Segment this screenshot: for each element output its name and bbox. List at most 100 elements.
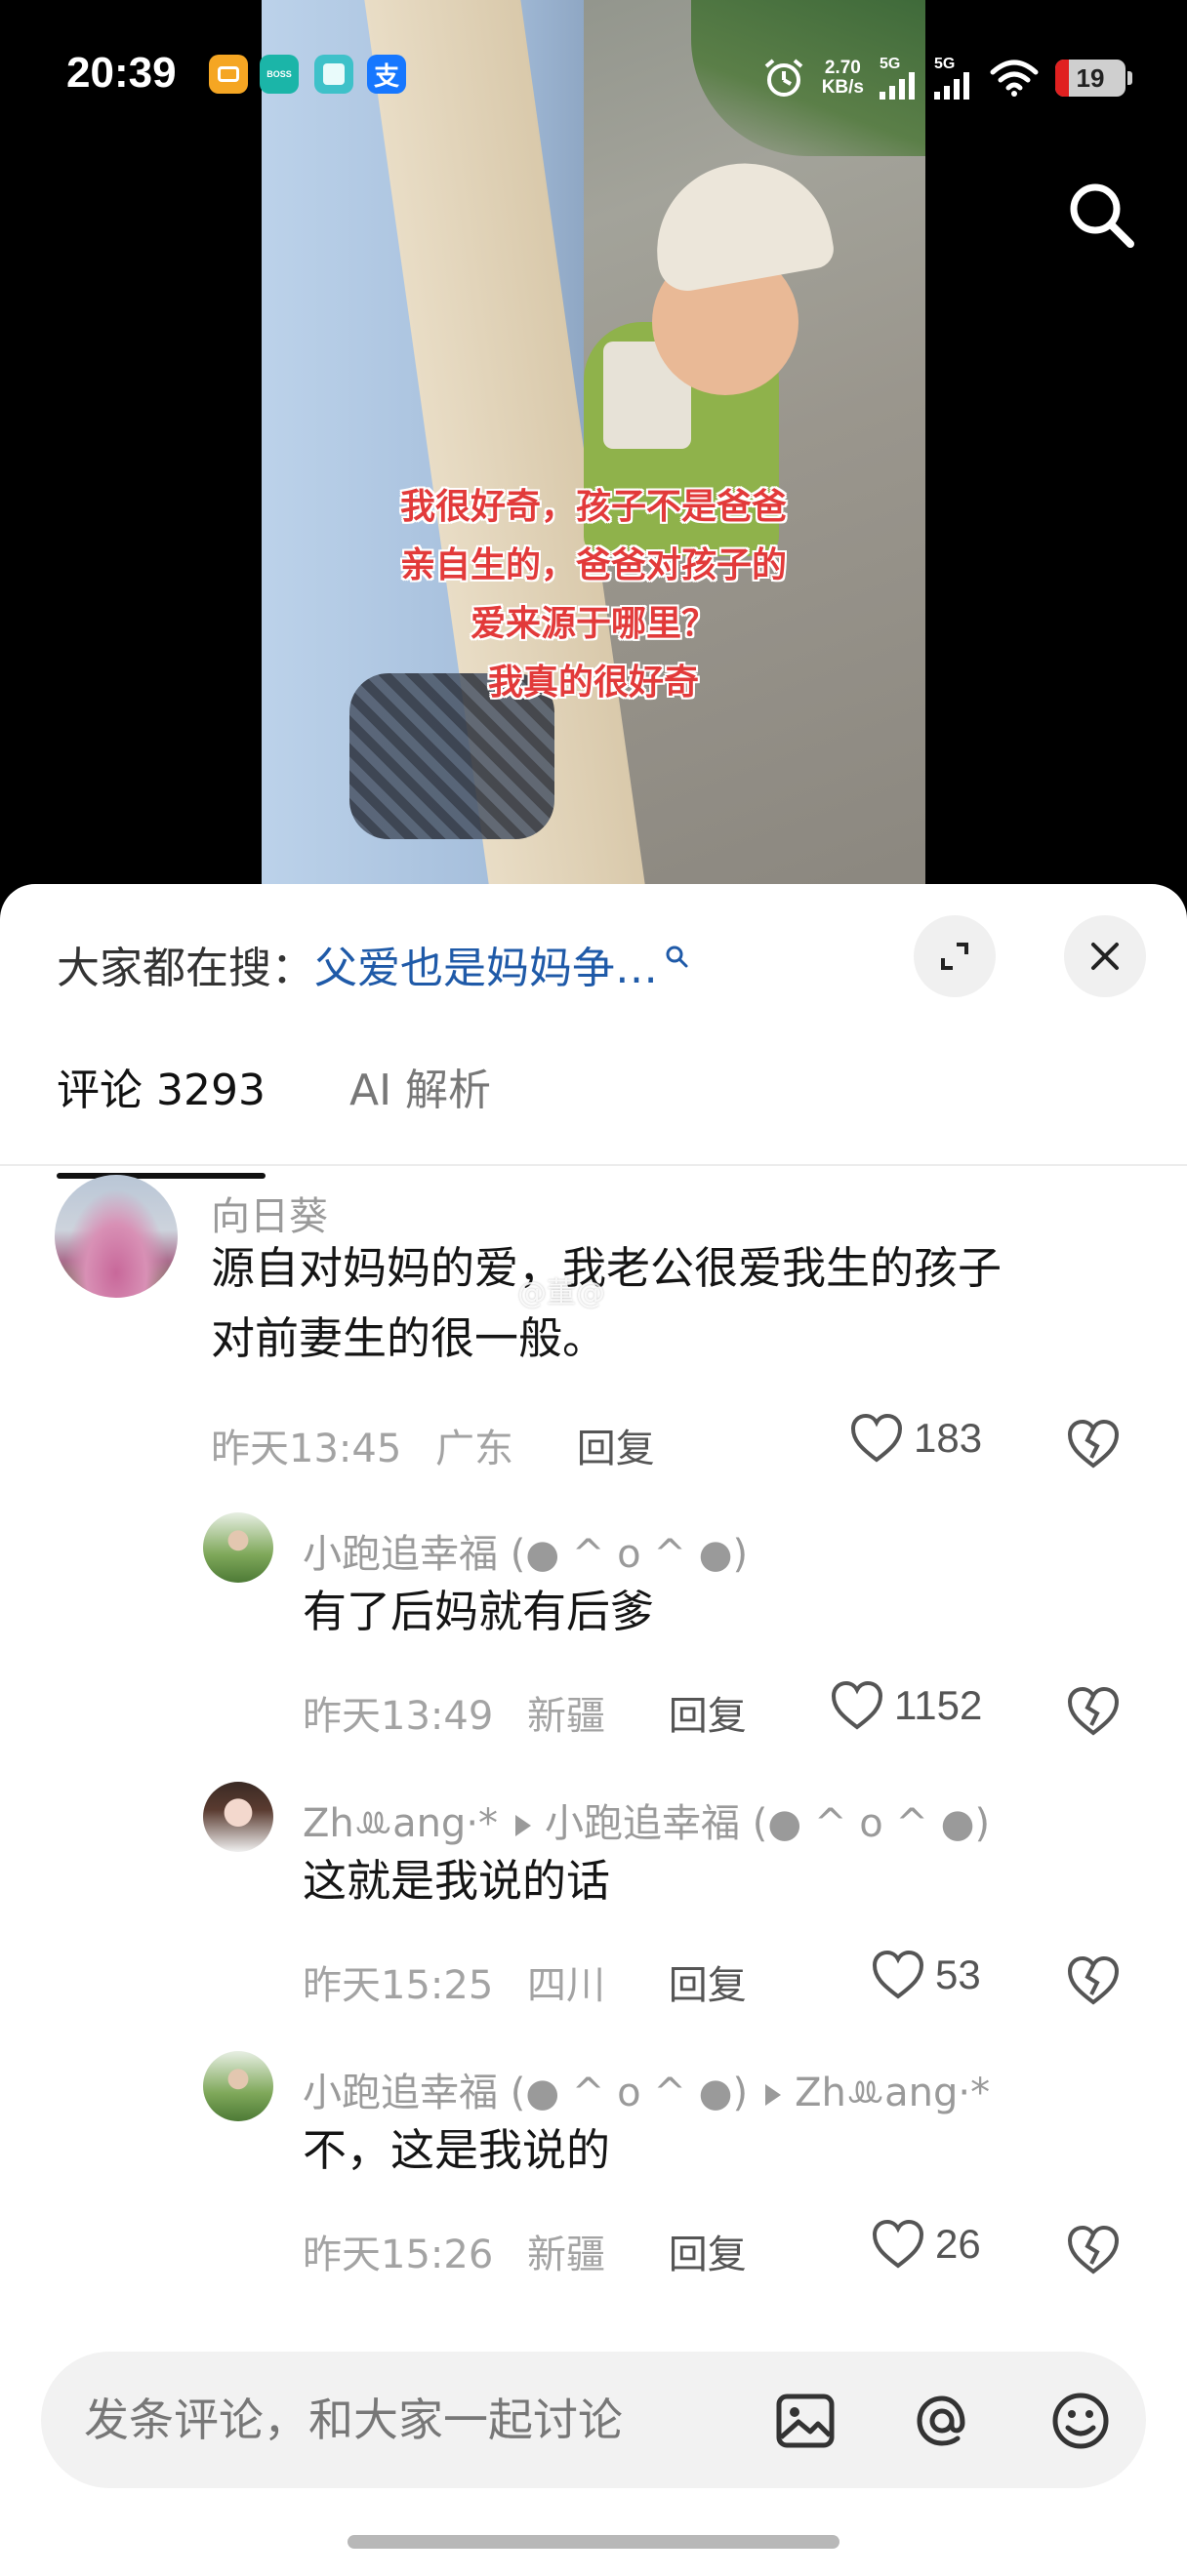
comment-text: 源自对妈妈的爱，我老公很爱我生的孩子 对前妻生的很一般。	[211, 1233, 1002, 1374]
like-button[interactable]: 1152	[830, 1680, 982, 1731]
battery-fill	[1055, 60, 1069, 97]
comment-input-placeholder[interactable]: 发条评论，和大家一起讨论	[84, 2385, 623, 2449]
battery-indicator: 19	[1055, 60, 1132, 97]
net-speed-unit: KB/s	[821, 77, 864, 98]
tab-ai-analysis[interactable]: AI 解析	[349, 1050, 491, 1157]
image-icon[interactable]	[771, 2387, 839, 2455]
heart-icon	[831, 1680, 883, 1730]
emoji-icon[interactable]	[1046, 2387, 1115, 2455]
teal-app-icon	[314, 55, 353, 94]
battery-icon: 19	[1055, 60, 1126, 97]
comment-meta: 昨天13:49 新疆 回复	[303, 1684, 747, 1741]
heart-icon	[850, 1413, 903, 1463]
comment-time: 昨天13:49	[303, 1694, 494, 1739]
reply-button[interactable]: 回复	[669, 1694, 747, 1739]
wifi-icon	[990, 60, 1039, 97]
search-icon	[1070, 183, 1134, 248]
reply-button[interactable]: 回复	[577, 1427, 655, 1471]
alarm-icon	[764, 59, 803, 97]
signal-2: 5G	[934, 57, 973, 100]
status-bar: 20:39 BOSS 支 2.70 KB/s 5G 5G 19	[0, 39, 1187, 117]
like-count: 1152	[894, 1682, 983, 1728]
close-button[interactable]	[1064, 915, 1146, 997]
boss-app-icon: BOSS	[260, 55, 299, 94]
comment-author[interactable]: Zhꔛang·*	[303, 1801, 498, 1846]
comment-reply-item[interactable]: 小跑追幸福 (● ^ o ^ ●) 有了后妈就有后爹 昨天13:49 新疆 回复…	[203, 1512, 1187, 1747]
reply-to-author[interactable]: Zhꔛang·*	[795, 2071, 990, 2115]
alipay-icon: 支	[367, 55, 406, 94]
comment-text-line: 源自对妈妈的爱，我老公很爱我生的孩子	[211, 1242, 1003, 1294]
watermark: @董@	[517, 1276, 605, 1310]
caption-line: 我真的很好奇	[487, 663, 699, 703]
like-button[interactable]: 183	[849, 1413, 982, 1464]
caption-line: 我很好奇，孩子不是爸爸	[399, 487, 787, 527]
net-speed-value: 2.70	[824, 58, 861, 78]
reply-arrow-icon	[515, 1815, 532, 1836]
tab-comments[interactable]: 评论 3293	[57, 1050, 266, 1179]
orange-app-icon	[209, 55, 248, 94]
comment-author-line: 小跑追幸福 (● ^ o ^ ●) Zhꔛang·*	[303, 2061, 990, 2117]
video-player[interactable]: 我很好奇，孩子不是爸爸 亲自生的，爸爸对孩子的 爱来源于哪里？ 我真的很好奇	[0, 0, 1187, 898]
avatar[interactable]	[203, 2051, 273, 2121]
comment-meta: 昨天15:26 新疆 回复	[303, 2223, 747, 2279]
comment-location: 新疆	[527, 2233, 605, 2277]
search-button[interactable]	[1062, 176, 1140, 254]
broken-heart-icon[interactable]	[1066, 1684, 1121, 1739]
avatar[interactable]	[203, 1782, 273, 1852]
comment-reply-item[interactable]: 小跑追幸福 (● ^ o ^ ●) Zhꔛang·* 不，这是我说的 昨天15:2…	[203, 2051, 1187, 2285]
comment-location: 新疆	[527, 1694, 605, 1739]
close-icon	[1091, 943, 1119, 970]
mention-icon[interactable]	[908, 2387, 976, 2455]
avatar[interactable]	[203, 1512, 273, 1583]
signal-2-label: 5G	[934, 56, 956, 72]
comment-meta: 昨天13:45 广东 回复	[211, 1417, 655, 1473]
expand-button[interactable]	[914, 915, 996, 997]
signal-bars-icon	[934, 72, 969, 100]
home-indicator[interactable]	[348, 2535, 839, 2549]
expand-icon	[941, 943, 968, 970]
reply-button[interactable]: 回复	[669, 2233, 747, 2277]
reply-button[interactable]: 回复	[669, 1963, 747, 2008]
reply-to-author[interactable]: 小跑追幸福 (● ^ o ^ ●)	[545, 1801, 990, 1846]
hot-search-label: 大家都在搜：	[57, 944, 314, 993]
comment-author[interactable]: 小跑追幸福 (● ^ o ^ ●)	[303, 1522, 748, 1579]
avatar[interactable]	[55, 1175, 178, 1298]
comment-text: 不，这是我说的	[303, 2124, 611, 2176]
battery-level: 19	[1076, 62, 1105, 93]
comment-reply-item[interactable]: Zhꔛang·* 小跑追幸福 (● ^ o ^ ●) 这就是我说的话 昨天15:2…	[203, 1782, 1187, 2016]
like-button[interactable]: 26	[871, 2219, 981, 2270]
comment-input-bar[interactable]: 发条评论，和大家一起讨论	[41, 2352, 1146, 2488]
comment-text: 这就是我说的话	[303, 1855, 611, 1907]
comment-time: 昨天15:25	[303, 1963, 494, 2008]
like-count: 183	[914, 1415, 983, 1461]
comment-sheet: 大家都在搜： 父爱也是妈妈争… 评论 3293 AI 解析 向日葵 源自对妈妈的…	[0, 884, 1187, 2576]
video-caption: 我很好奇，孩子不是爸爸 亲自生的，爸爸对孩子的 爱来源于哪里？ 我真的很好奇	[262, 478, 925, 712]
signal-bars-icon	[880, 72, 915, 100]
search-icon	[666, 946, 688, 968]
network-speed: 2.70 KB/s	[822, 59, 864, 98]
hot-search-bar[interactable]: 大家都在搜： 父爱也是妈妈争…	[57, 929, 689, 999]
broken-heart-icon[interactable]	[1066, 1953, 1121, 2008]
broken-heart-icon[interactable]	[1066, 2223, 1121, 2277]
video-frame[interactable]	[262, 0, 925, 898]
caption-line: 亲自生的，爸爸对孩子的	[399, 545, 787, 585]
reply-arrow-icon	[765, 2084, 782, 2106]
caption-line: 爱来源于哪里？	[470, 604, 716, 644]
like-count: 26	[935, 2221, 981, 2267]
like-button[interactable]: 53	[871, 1950, 981, 2000]
video-child-cap	[642, 149, 838, 296]
comment-time: 昨天15:26	[303, 2233, 494, 2277]
comment-location: 四川	[527, 1963, 605, 2008]
comment-time: 昨天13:45	[211, 1427, 402, 1471]
comment-text: 有了后妈就有后爹	[303, 1586, 655, 1637]
signal-1: 5G	[880, 57, 919, 100]
like-count: 53	[935, 1952, 981, 1997]
status-indicators: 2.70 KB/s 5G 5G 19	[761, 53, 1132, 103]
signal-1-label: 5G	[880, 56, 901, 72]
comment-location: 广东	[435, 1427, 513, 1471]
comment-author[interactable]: 小跑追幸福 (● ^ o ^ ●)	[303, 2071, 748, 2115]
comment-tabs: 评论 3293 AI 解析	[57, 1050, 491, 1179]
hot-search-query[interactable]: 父爱也是妈妈争…	[314, 933, 658, 995]
comment-author-line: Zhꔛang·* 小跑追幸福 (● ^ o ^ ●)	[303, 1791, 990, 1848]
broken-heart-icon[interactable]	[1066, 1417, 1121, 1471]
